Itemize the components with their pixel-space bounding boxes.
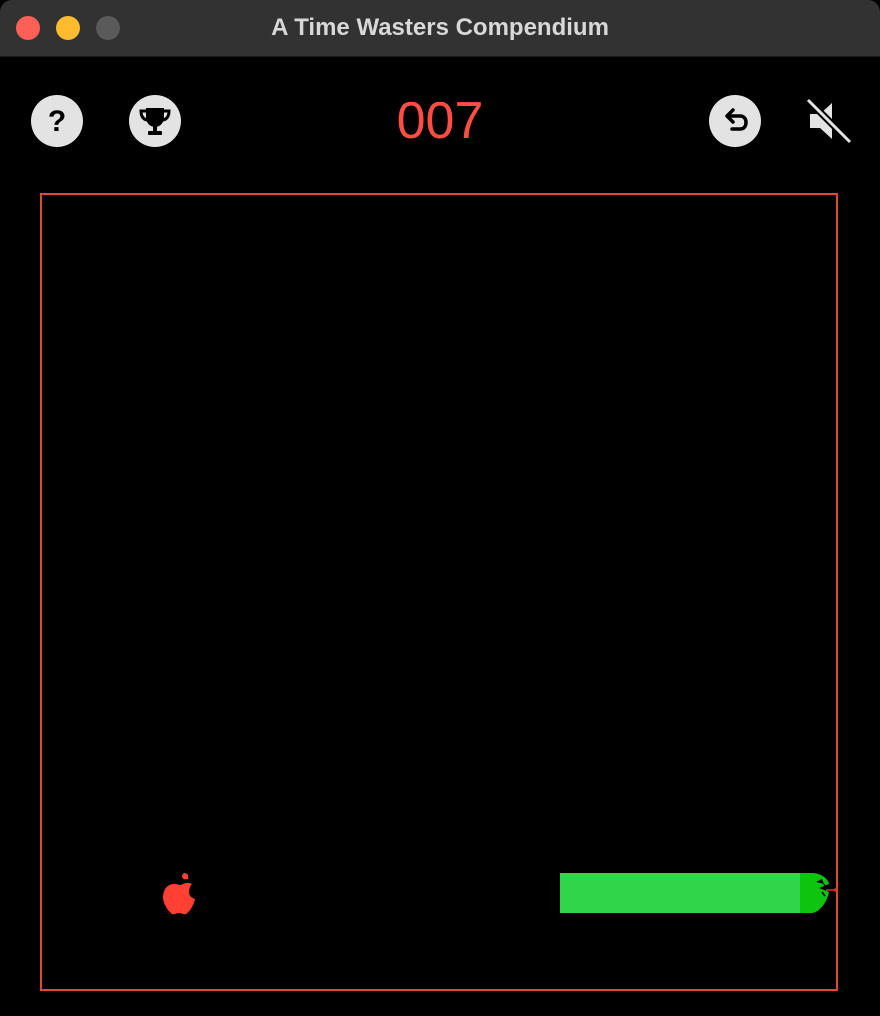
score-display: 007	[396, 92, 484, 150]
snake-head-icon	[800, 873, 839, 913]
window-title: A Time Wasters Compendium	[271, 14, 609, 41]
help-button[interactable]: ?	[31, 95, 83, 147]
undo-arrow-icon	[725, 108, 748, 131]
speaker-muted-icon	[805, 97, 853, 145]
title-bar: A Time Wasters Compendium	[0, 0, 880, 57]
snake-body	[560, 873, 800, 913]
leaderboard-button[interactable]	[129, 95, 181, 147]
red-apple-icon	[163, 873, 195, 915]
question-mark-icon: ?	[48, 105, 66, 138]
trophy-icon	[139, 108, 171, 135]
restart-button[interactable]	[709, 95, 761, 147]
svg-text:?: ?	[48, 105, 66, 138]
sound-toggle-button[interactable]	[802, 94, 856, 148]
app-window: A Time Wasters Compendium ? 007	[0, 0, 880, 1016]
